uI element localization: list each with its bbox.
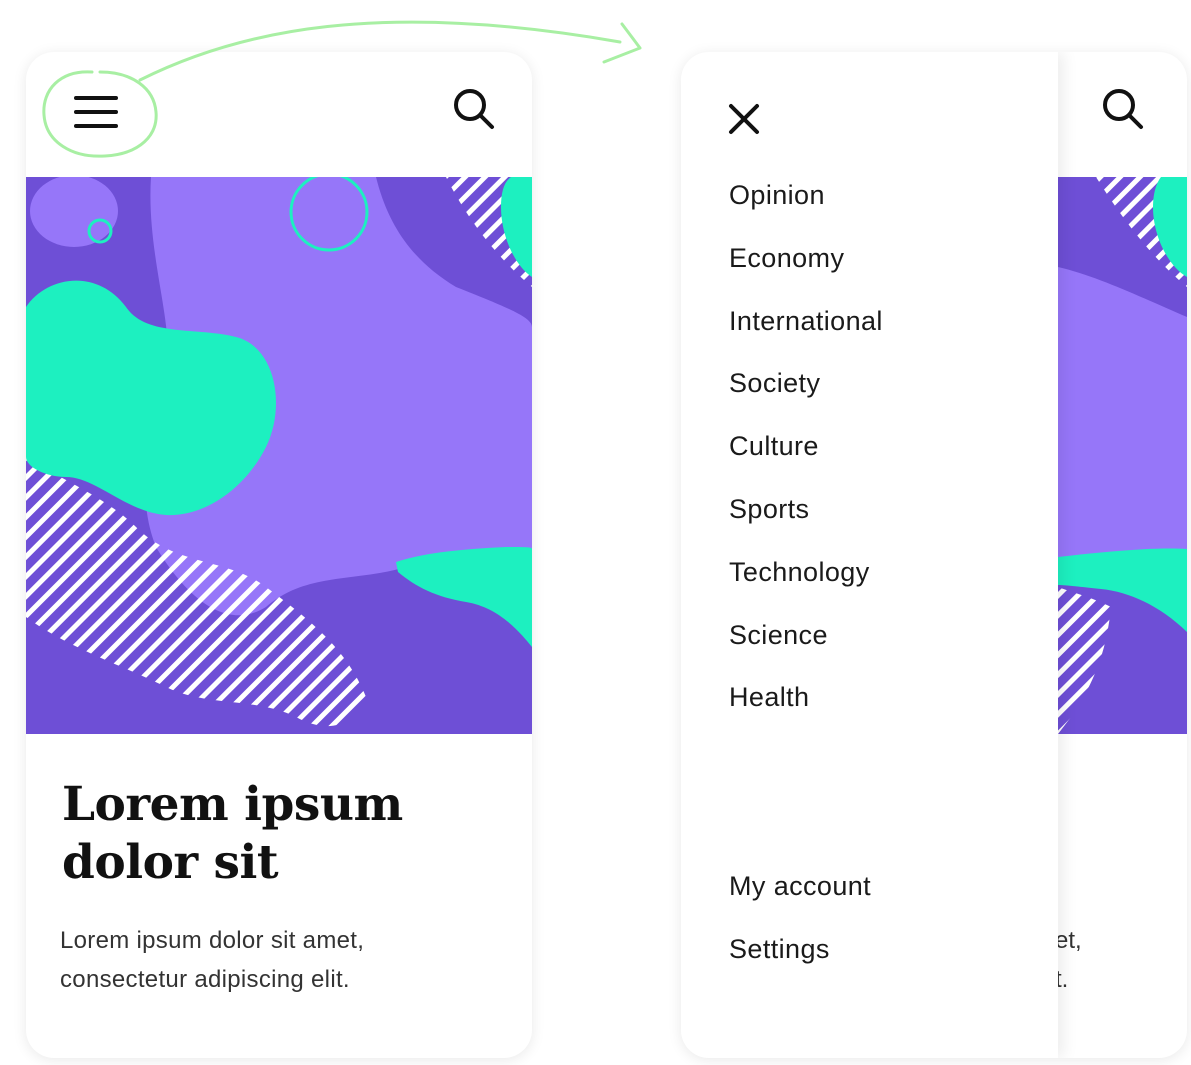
menu-item-opinion[interactable]: Opinion [729, 169, 883, 232]
phone-screen-menu-open: et, t. Opinion Economy International Soci… [681, 52, 1187, 1058]
article-hero-image [26, 177, 532, 734]
annotation-arrow-head [602, 22, 642, 64]
category-menu: Opinion Economy International Society Cu… [729, 169, 883, 734]
article-summary-peek: et, t. [1055, 921, 1082, 999]
search-button[interactable] [1093, 79, 1153, 139]
summary-line-2: consectetur adipiscing elit. [60, 966, 350, 993]
headline-line-2: dolor sit [62, 835, 279, 890]
search-button[interactable] [444, 79, 504, 139]
search-icon [454, 89, 494, 129]
menu-item-culture[interactable]: Culture [729, 420, 883, 483]
menu-item-economy[interactable]: Economy [729, 232, 883, 295]
stage: Lorem ipsum dolor sit Lorem ipsum dolor s… [0, 0, 1191, 1065]
account-menu: My account Settings [729, 860, 871, 986]
phone-screen-closed: Lorem ipsum dolor sit Lorem ipsum dolor s… [26, 52, 532, 1058]
article-headline[interactable]: Lorem ipsum dolor sit [62, 776, 502, 892]
hamburger-menu-icon [74, 96, 118, 128]
article-summary: Lorem ipsum dolor sit amet, consectetur a… [60, 921, 500, 999]
menu-item-international[interactable]: International [729, 295, 883, 358]
menu-item-settings[interactable]: Settings [729, 923, 871, 986]
abstract-shapes-illustration [26, 177, 532, 734]
close-menu-button[interactable] [714, 89, 774, 149]
summary-line-1: Lorem ipsum dolor sit amet, [60, 927, 365, 954]
menu-item-health[interactable]: Health [729, 671, 883, 734]
menu-item-technology[interactable]: Technology [729, 546, 883, 609]
peek-summary-line-1: et, [1055, 927, 1082, 954]
menu-item-my-account[interactable]: My account [729, 860, 871, 923]
headline-line-1: Lorem ipsum [62, 777, 403, 832]
search-icon [1103, 89, 1143, 129]
menu-item-sports[interactable]: Sports [729, 483, 883, 546]
close-icon [729, 104, 759, 134]
menu-item-science[interactable]: Science [729, 609, 883, 672]
hamburger-menu-button[interactable] [66, 82, 126, 142]
menu-item-society[interactable]: Society [729, 357, 883, 420]
navigation-drawer: Opinion Economy International Society Cu… [681, 52, 1058, 1058]
